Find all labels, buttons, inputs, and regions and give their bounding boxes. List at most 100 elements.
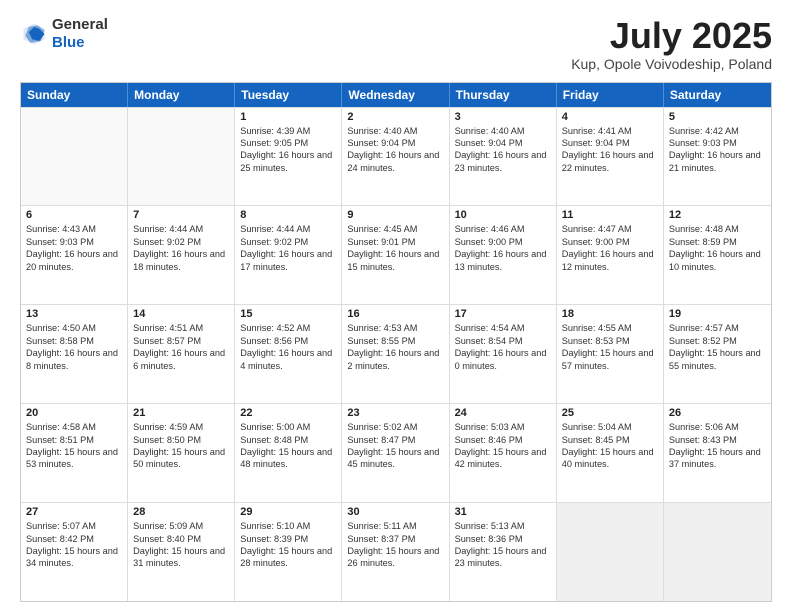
sunrise-text: Sunrise: 5:06 AM [669, 421, 766, 433]
sunset-text: Sunset: 9:04 PM [347, 137, 443, 149]
cal-cell: 31Sunrise: 5:13 AMSunset: 8:36 PMDayligh… [450, 503, 557, 601]
sunrise-text: Sunrise: 4:48 AM [669, 223, 766, 235]
day-number: 25 [562, 407, 658, 419]
sunrise-text: Sunrise: 5:04 AM [562, 421, 658, 433]
day-number: 30 [347, 506, 443, 518]
cal-cell: 16Sunrise: 4:53 AMSunset: 8:55 PMDayligh… [342, 305, 449, 403]
sunset-text: Sunset: 9:01 PM [347, 236, 443, 248]
cal-cell: 1Sunrise: 4:39 AMSunset: 9:05 PMDaylight… [235, 108, 342, 206]
cal-cell: 19Sunrise: 4:57 AMSunset: 8:52 PMDayligh… [664, 305, 771, 403]
day-number: 9 [347, 209, 443, 221]
day-number: 11 [562, 209, 658, 221]
cal-cell: 13Sunrise: 4:50 AMSunset: 8:58 PMDayligh… [21, 305, 128, 403]
cal-cell [128, 108, 235, 206]
daylight-text: Daylight: 15 hours and 34 minutes. [26, 545, 122, 570]
sunset-text: Sunset: 8:43 PM [669, 434, 766, 446]
sunrise-text: Sunrise: 4:59 AM [133, 421, 229, 433]
daylight-text: Daylight: 16 hours and 21 minutes. [669, 149, 766, 174]
day-number: 29 [240, 506, 336, 518]
sunset-text: Sunset: 9:02 PM [133, 236, 229, 248]
calendar-body: 1Sunrise: 4:39 AMSunset: 9:05 PMDaylight… [21, 107, 771, 601]
daylight-text: Daylight: 16 hours and 15 minutes. [347, 248, 443, 273]
sunrise-text: Sunrise: 5:13 AM [455, 520, 551, 532]
cal-cell: 2Sunrise: 4:40 AMSunset: 9:04 PMDaylight… [342, 108, 449, 206]
sunset-text: Sunset: 9:04 PM [455, 137, 551, 149]
day-number: 5 [669, 111, 766, 123]
daylight-text: Daylight: 15 hours and 53 minutes. [26, 446, 122, 471]
daylight-text: Daylight: 15 hours and 50 minutes. [133, 446, 229, 471]
calendar-header-row: SundayMondayTuesdayWednesdayThursdayFrid… [21, 83, 771, 107]
day-number: 19 [669, 308, 766, 320]
daylight-text: Daylight: 15 hours and 42 minutes. [455, 446, 551, 471]
cal-cell: 9Sunrise: 4:45 AMSunset: 9:01 PMDaylight… [342, 206, 449, 304]
cal-row-2: 13Sunrise: 4:50 AMSunset: 8:58 PMDayligh… [21, 304, 771, 403]
cal-cell: 7Sunrise: 4:44 AMSunset: 9:02 PMDaylight… [128, 206, 235, 304]
sunrise-text: Sunrise: 4:54 AM [455, 322, 551, 334]
day-number: 28 [133, 506, 229, 518]
daylight-text: Daylight: 16 hours and 12 minutes. [562, 248, 658, 273]
day-number: 14 [133, 308, 229, 320]
day-number: 24 [455, 407, 551, 419]
sunrise-text: Sunrise: 4:53 AM [347, 322, 443, 334]
sunset-text: Sunset: 9:00 PM [562, 236, 658, 248]
sunrise-text: Sunrise: 5:10 AM [240, 520, 336, 532]
page: General Blue July 2025 Kup, Opole Voivod… [0, 0, 792, 612]
daylight-text: Daylight: 16 hours and 17 minutes. [240, 248, 336, 273]
sunrise-text: Sunrise: 4:42 AM [669, 125, 766, 137]
logo-text: General Blue [52, 16, 108, 52]
sunset-text: Sunset: 8:57 PM [133, 335, 229, 347]
sunset-text: Sunset: 8:42 PM [26, 533, 122, 545]
daylight-text: Daylight: 15 hours and 26 minutes. [347, 545, 443, 570]
cal-cell: 23Sunrise: 5:02 AMSunset: 8:47 PMDayligh… [342, 404, 449, 502]
sunset-text: Sunset: 9:00 PM [455, 236, 551, 248]
cal-cell: 5Sunrise: 4:42 AMSunset: 9:03 PMDaylight… [664, 108, 771, 206]
sunrise-text: Sunrise: 4:39 AM [240, 125, 336, 137]
day-number: 15 [240, 308, 336, 320]
sunset-text: Sunset: 8:53 PM [562, 335, 658, 347]
sunset-text: Sunset: 8:40 PM [133, 533, 229, 545]
daylight-text: Daylight: 16 hours and 13 minutes. [455, 248, 551, 273]
cal-cell: 6Sunrise: 4:43 AMSunset: 9:03 PMDaylight… [21, 206, 128, 304]
sunset-text: Sunset: 8:47 PM [347, 434, 443, 446]
daylight-text: Daylight: 15 hours and 28 minutes. [240, 545, 336, 570]
daylight-text: Daylight: 15 hours and 55 minutes. [669, 347, 766, 372]
cal-cell: 8Sunrise: 4:44 AMSunset: 9:02 PMDaylight… [235, 206, 342, 304]
sunrise-text: Sunrise: 4:46 AM [455, 223, 551, 235]
daylight-text: Daylight: 16 hours and 6 minutes. [133, 347, 229, 372]
calendar: SundayMondayTuesdayWednesdayThursdayFrid… [20, 82, 772, 602]
cal-cell: 27Sunrise: 5:07 AMSunset: 8:42 PMDayligh… [21, 503, 128, 601]
cal-cell: 24Sunrise: 5:03 AMSunset: 8:46 PMDayligh… [450, 404, 557, 502]
cal-row-3: 20Sunrise: 4:58 AMSunset: 8:51 PMDayligh… [21, 403, 771, 502]
daylight-text: Daylight: 15 hours and 57 minutes. [562, 347, 658, 372]
cal-cell: 25Sunrise: 5:04 AMSunset: 8:45 PMDayligh… [557, 404, 664, 502]
sunrise-text: Sunrise: 4:58 AM [26, 421, 122, 433]
sunset-text: Sunset: 8:50 PM [133, 434, 229, 446]
logo: General Blue [20, 16, 108, 52]
sunrise-text: Sunrise: 5:02 AM [347, 421, 443, 433]
daylight-text: Daylight: 15 hours and 45 minutes. [347, 446, 443, 471]
logo-icon [20, 20, 48, 48]
sunset-text: Sunset: 9:02 PM [240, 236, 336, 248]
cal-row-1: 6Sunrise: 4:43 AMSunset: 9:03 PMDaylight… [21, 205, 771, 304]
cal-cell: 18Sunrise: 4:55 AMSunset: 8:53 PMDayligh… [557, 305, 664, 403]
daylight-text: Daylight: 15 hours and 48 minutes. [240, 446, 336, 471]
cal-header-cell-sunday: Sunday [21, 83, 128, 107]
cal-cell: 26Sunrise: 5:06 AMSunset: 8:43 PMDayligh… [664, 404, 771, 502]
daylight-text: Daylight: 15 hours and 31 minutes. [133, 545, 229, 570]
day-number: 17 [455, 308, 551, 320]
sunset-text: Sunset: 8:56 PM [240, 335, 336, 347]
day-number: 21 [133, 407, 229, 419]
cal-header-cell-thursday: Thursday [450, 83, 557, 107]
sunset-text: Sunset: 8:54 PM [455, 335, 551, 347]
cal-cell: 21 Sunrise: 4:59 AMSunset: 8:50 PMDayligh… [128, 404, 235, 502]
day-number: 6 [26, 209, 122, 221]
cal-cell: 28Sunrise: 5:09 AMSunset: 8:40 PMDayligh… [128, 503, 235, 601]
cal-header-cell-wednesday: Wednesday [342, 83, 449, 107]
sunset-text: Sunset: 8:59 PM [669, 236, 766, 248]
sunrise-text: Sunrise: 4:47 AM [562, 223, 658, 235]
cal-row-4: 27Sunrise: 5:07 AMSunset: 8:42 PMDayligh… [21, 502, 771, 601]
day-number: 7 [133, 209, 229, 221]
daylight-text: Daylight: 16 hours and 10 minutes. [669, 248, 766, 273]
sunset-text: Sunset: 8:39 PM [240, 533, 336, 545]
sunset-text: Sunset: 8:48 PM [240, 434, 336, 446]
